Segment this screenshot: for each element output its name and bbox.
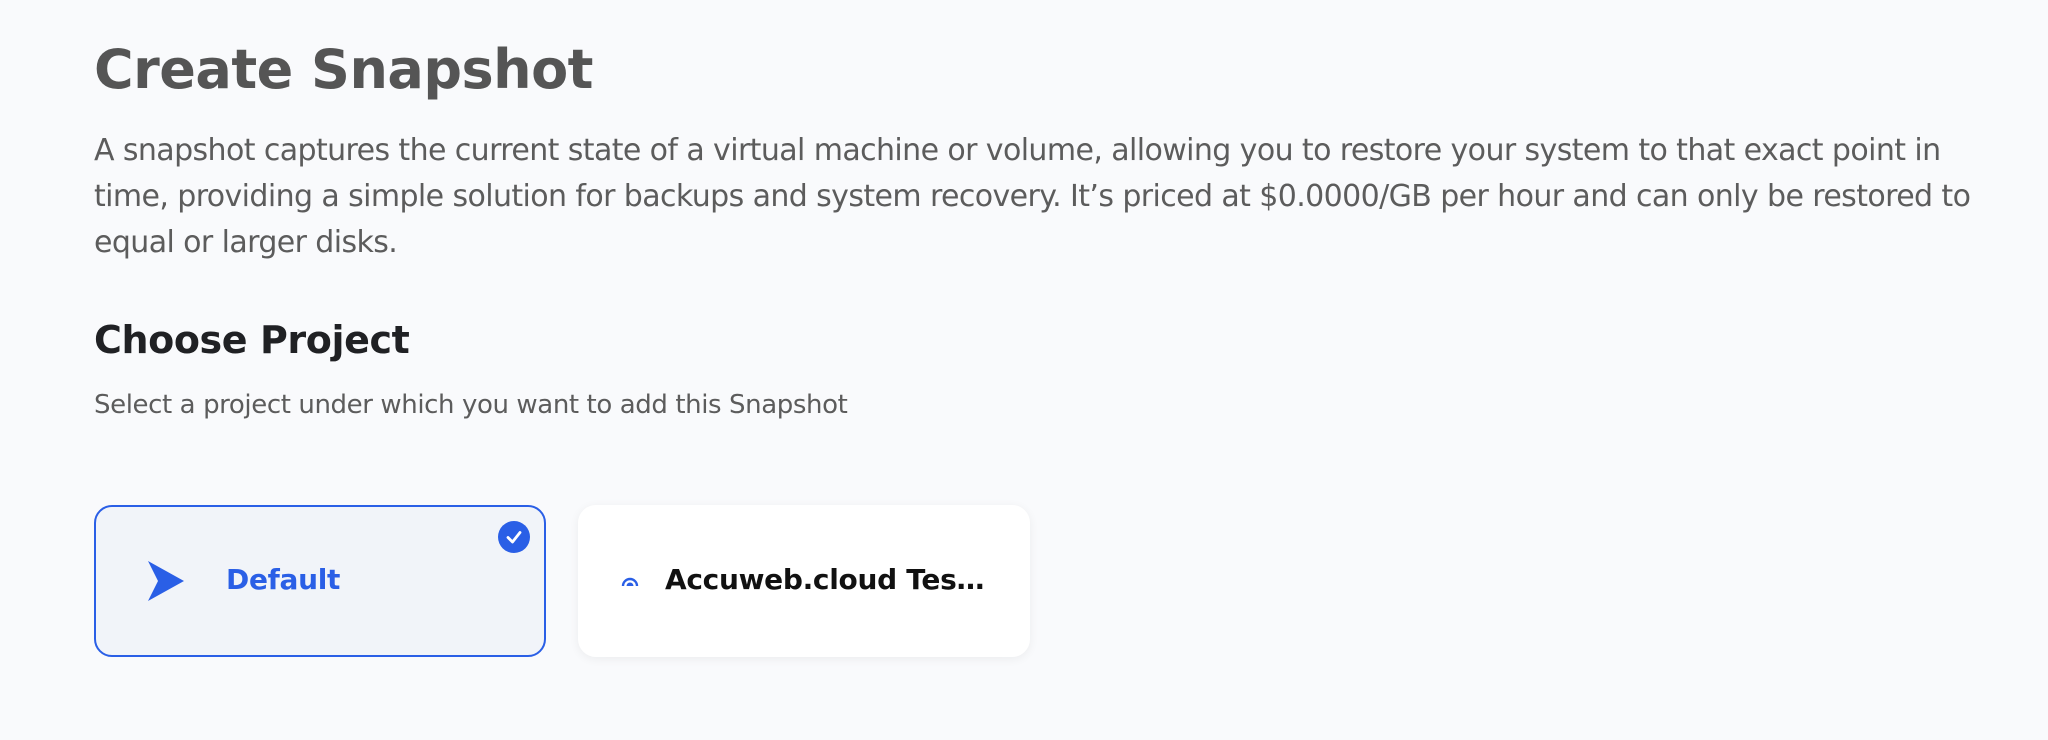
paper-plane-icon [146, 559, 186, 603]
project-card-default[interactable]: Default [94, 505, 546, 657]
page-title: Create Snapshot [94, 38, 594, 101]
project-card-accuweb[interactable]: Accuweb.cloud Test P... [578, 505, 1030, 657]
checkmark-icon [498, 521, 530, 553]
project-label-default: Default [226, 563, 341, 596]
page-description: A snapshot captures the current state of… [94, 133, 1971, 260]
choose-project-title: Choose Project [94, 318, 410, 362]
signal-icon [618, 567, 642, 597]
project-label-accuweb: Accuweb.cloud Test P... [665, 563, 995, 596]
choose-project-subtitle: Select a project under which you want to… [94, 390, 848, 420]
